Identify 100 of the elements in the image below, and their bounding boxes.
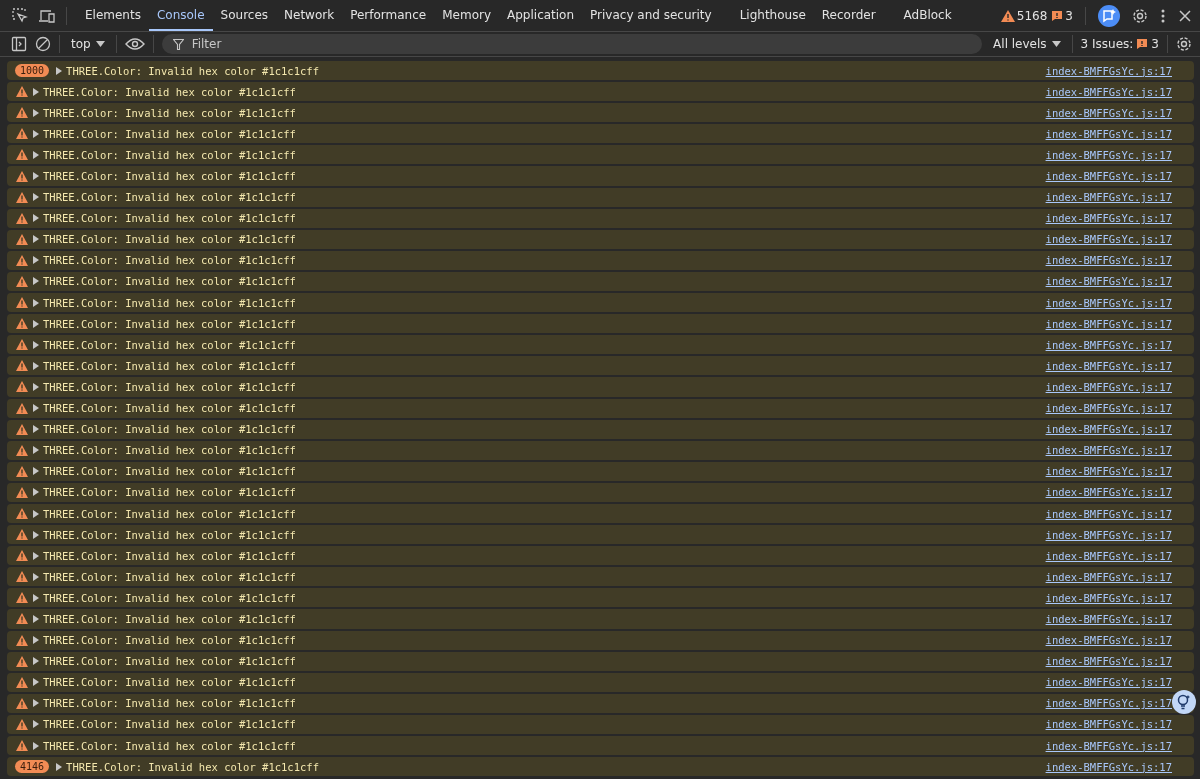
expand-arrow-icon[interactable] xyxy=(33,277,39,286)
console-message[interactable]: THREE.Color: Invalid hex color #1c1c1cff index-BMFFGsYc.js:17 xyxy=(7,250,1194,270)
source-link[interactable]: index-BMFFGsYc.js:17 xyxy=(1045,338,1172,351)
expand-arrow-icon[interactable] xyxy=(33,129,39,138)
expand-arrow-icon[interactable] xyxy=(33,150,39,159)
source-link[interactable]: index-BMFFGsYc.js:17 xyxy=(1045,170,1172,182)
console-message[interactable]: THREE.Color: Invalid hex color #1c1c1cff index-BMFFGsYc.js:17 xyxy=(7,419,1194,439)
expand-arrow-icon[interactable] xyxy=(33,172,39,180)
source-link[interactable]: index-BMFFGsYc.js:17 xyxy=(1045,444,1172,457)
source-link[interactable]: index-BMFFGsYc.js:17 xyxy=(1045,634,1172,647)
expand-arrow-icon[interactable] xyxy=(33,256,39,265)
expand-arrow-icon[interactable] xyxy=(33,551,39,560)
close-icon[interactable] xyxy=(1178,8,1192,23)
console-message[interactable]: THREE.Color: Invalid hex color #1c1c1cff index-BMFFGsYc.js:17 xyxy=(7,187,1194,207)
source-link[interactable]: index-BMFFGsYc.js:17 xyxy=(1045,317,1172,330)
console-message[interactable]: THREE.Color: Invalid hex color #1c1c1cff index-BMFFGsYc.js:17 xyxy=(7,271,1194,292)
expand-arrow-icon[interactable] xyxy=(56,762,63,771)
console-message[interactable]: THREE.Color: Invalid hex color #1c1c1cff index-BMFFGsYc.js:17 xyxy=(7,82,1194,102)
console-message[interactable]: 1000 THREE.Color: Invalid hex color #1c1c1cff index-BMFFGsYc.js:17 xyxy=(7,61,1194,81)
console-message[interactable]: THREE.Color: Invalid hex color #1c1c1cff index-BMFFGsYc.js:17 xyxy=(7,567,1194,587)
source-link[interactable]: index-BMFFGsYc.js:17 xyxy=(1045,465,1172,478)
expand-arrow-icon[interactable] xyxy=(33,720,39,729)
console-message[interactable]: THREE.Color: Invalid hex color #1c1c1cff index-BMFFGsYc.js:17 xyxy=(7,335,1194,355)
source-link[interactable]: index-BMFFGsYc.js:17 xyxy=(1045,254,1172,267)
insight-button[interactable] xyxy=(1172,690,1196,714)
panel-tab[interactable]: AdBlock xyxy=(895,0,960,31)
panel-tab[interactable]: Application xyxy=(499,0,583,31)
source-link[interactable]: index-BMFFGsYc.js:17 xyxy=(1045,275,1172,288)
sidebar-toggle-icon[interactable] xyxy=(11,36,27,52)
console-message[interactable]: THREE.Color: Invalid hex color #1c1c1cff index-BMFFGsYc.js:17 xyxy=(7,293,1194,313)
expand-arrow-icon[interactable] xyxy=(33,298,39,307)
source-link[interactable]: index-BMFFGsYc.js:17 xyxy=(1045,718,1172,731)
expand-arrow-icon[interactable] xyxy=(33,488,39,497)
expand-arrow-icon[interactable] xyxy=(33,615,39,623)
console-message[interactable]: THREE.Color: Invalid hex color #1c1c1cff index-BMFFGsYc.js:17 xyxy=(7,166,1194,186)
expand-arrow-icon[interactable] xyxy=(33,509,39,518)
source-link[interactable]: index-BMFFGsYc.js:17 xyxy=(1045,191,1172,204)
source-link[interactable]: index-BMFFGsYc.js:17 xyxy=(1045,697,1172,710)
source-link[interactable]: index-BMFFGsYc.js:17 xyxy=(1045,486,1172,499)
console-message[interactable]: THREE.Color: Invalid hex color #1c1c1cff index-BMFFGsYc.js:17 xyxy=(7,672,1194,692)
expand-arrow-icon[interactable] xyxy=(33,361,39,370)
console-message[interactable]: THREE.Color: Invalid hex color #1c1c1cff index-BMFFGsYc.js:17 xyxy=(7,546,1194,566)
source-link[interactable]: index-BMFFGsYc.js:17 xyxy=(1045,212,1172,225)
source-link[interactable]: index-BMFFGsYc.js:17 xyxy=(1045,359,1172,372)
console-message[interactable]: THREE.Color: Invalid hex color #1c1c1cff index-BMFFGsYc.js:17 xyxy=(7,503,1194,524)
source-link[interactable]: index-BMFFGsYc.js:17 xyxy=(1045,528,1172,541)
source-link[interactable]: index-BMFFGsYc.js:17 xyxy=(1045,739,1172,752)
expand-arrow-icon[interactable] xyxy=(33,319,39,328)
panel-tab[interactable]: Elements xyxy=(77,0,149,31)
inspect-icon[interactable] xyxy=(12,7,28,24)
panel-tab[interactable]: Performance xyxy=(342,0,435,31)
expand-arrow-icon[interactable] xyxy=(33,678,39,687)
issue-counter[interactable]: 3 xyxy=(1051,8,1073,23)
expand-arrow-icon[interactable] xyxy=(33,446,39,455)
console-message[interactable]: THREE.Color: Invalid hex color #1c1c1cff index-BMFFGsYc.js:17 xyxy=(7,440,1194,460)
source-link[interactable]: index-BMFFGsYc.js:17 xyxy=(1045,760,1172,773)
source-link[interactable]: index-BMFFGsYc.js:17 xyxy=(1045,591,1172,604)
source-link[interactable]: index-BMFFGsYc.js:17 xyxy=(1045,64,1172,77)
source-link[interactable]: index-BMFFGsYc.js:17 xyxy=(1045,402,1172,415)
console-message[interactable]: 4146 THREE.Color: Invalid hex color #1c1c1cff index-BMFFGsYc.js:17 xyxy=(7,757,1194,777)
expand-arrow-icon[interactable] xyxy=(33,657,39,666)
source-link[interactable]: index-BMFFGsYc.js:17 xyxy=(1045,613,1172,625)
expand-arrow-icon[interactable] xyxy=(33,530,39,539)
console-message[interactable]: THREE.Color: Invalid hex color #1c1c1cff index-BMFFGsYc.js:17 xyxy=(7,482,1194,502)
panel-tab[interactable]: Lighthouse xyxy=(731,0,814,31)
expand-arrow-icon[interactable] xyxy=(33,404,39,413)
expand-arrow-icon[interactable] xyxy=(33,108,39,117)
expand-arrow-icon[interactable] xyxy=(33,636,39,645)
settings-icon[interactable] xyxy=(1132,7,1148,24)
clear-console-icon[interactable] xyxy=(35,36,51,52)
expand-arrow-icon[interactable] xyxy=(33,467,39,476)
expand-arrow-icon[interactable] xyxy=(33,572,39,581)
console-message[interactable]: THREE.Color: Invalid hex color #1c1c1cff index-BMFFGsYc.js:17 xyxy=(7,693,1194,713)
console-message[interactable]: THREE.Color: Invalid hex color #1c1c1cff index-BMFFGsYc.js:17 xyxy=(7,609,1194,629)
source-link[interactable]: index-BMFFGsYc.js:17 xyxy=(1045,85,1172,98)
panel-tab[interactable]: Sources xyxy=(212,0,277,31)
context-dropdown[interactable]: top xyxy=(68,37,108,51)
console-message[interactable]: THREE.Color: Invalid hex color #1c1c1cff index-BMFFGsYc.js:17 xyxy=(7,208,1194,228)
source-link[interactable]: index-BMFFGsYc.js:17 xyxy=(1045,423,1172,436)
source-link[interactable]: index-BMFFGsYc.js:17 xyxy=(1045,296,1172,309)
console-message[interactable]: THREE.Color: Invalid hex color #1c1c1cff index-BMFFGsYc.js:17 xyxy=(7,461,1194,481)
expand-arrow-icon[interactable] xyxy=(56,66,63,75)
console-message[interactable]: THREE.Color: Invalid hex color #1c1c1cff index-BMFFGsYc.js:17 xyxy=(7,377,1194,397)
console-message[interactable]: THREE.Color: Invalid hex color #1c1c1cff index-BMFFGsYc.js:17 xyxy=(7,103,1194,123)
warning-counter[interactable]: 5168 xyxy=(1000,8,1048,23)
console-message[interactable]: THREE.Color: Invalid hex color #1c1c1cff index-BMFFGsYc.js:17 xyxy=(7,588,1194,608)
panel-tab[interactable]: Console xyxy=(148,0,213,31)
expand-arrow-icon[interactable] xyxy=(33,382,39,391)
panel-tab[interactable]: Network xyxy=(276,0,343,31)
console-message[interactable]: THREE.Color: Invalid hex color #1c1c1cff index-BMFFGsYc.js:17 xyxy=(7,314,1194,334)
source-link[interactable]: index-BMFFGsYc.js:17 xyxy=(1045,655,1172,668)
expand-arrow-icon[interactable] xyxy=(33,699,39,708)
source-link[interactable]: index-BMFFGsYc.js:17 xyxy=(1045,127,1172,140)
panel-tab[interactable]: Memory xyxy=(434,0,499,31)
source-link[interactable]: index-BMFFGsYc.js:17 xyxy=(1045,570,1172,583)
more-menu-icon[interactable] xyxy=(1160,7,1166,24)
expand-arrow-icon[interactable] xyxy=(33,235,39,244)
console-message[interactable]: THREE.Color: Invalid hex color #1c1c1cff index-BMFFGsYc.js:17 xyxy=(7,714,1194,734)
filter-field[interactable]: Filter xyxy=(161,34,983,54)
source-link[interactable]: index-BMFFGsYc.js:17 xyxy=(1045,106,1172,119)
